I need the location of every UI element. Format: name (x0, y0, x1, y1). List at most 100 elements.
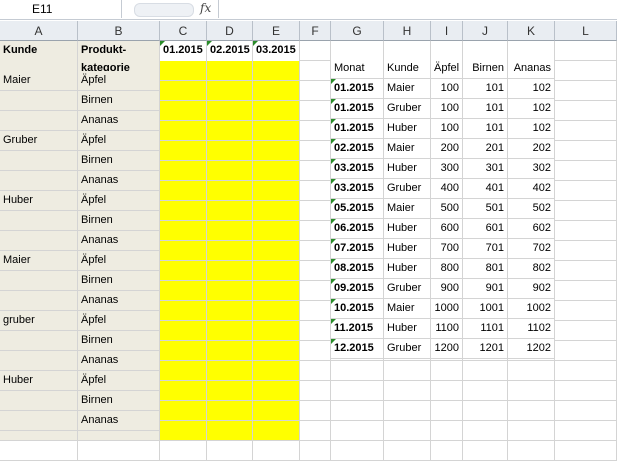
cell[interactable] (555, 81, 617, 101)
right-data-cell[interactable]: 07.2015 (331, 239, 384, 259)
cell[interactable] (331, 41, 384, 61)
right-data-cell[interactable]: 01.2015 (331, 79, 384, 99)
cell[interactable] (300, 421, 331, 441)
cell[interactable] (300, 401, 331, 421)
cell[interactable] (463, 41, 508, 61)
column-header-b[interactable]: B (78, 21, 160, 41)
cell[interactable] (331, 381, 384, 401)
left-kunde-cell[interactable]: Gruber (0, 131, 78, 151)
right-data-cell[interactable]: 102 (508, 99, 555, 119)
cell[interactable] (253, 441, 300, 461)
right-data-cell[interactable]: Gruber (384, 339, 431, 359)
column-header-e[interactable]: E (253, 21, 300, 41)
cell[interactable] (555, 401, 617, 421)
cell[interactable] (160, 421, 207, 441)
right-data-cell[interactable]: 12.2015 (331, 339, 384, 359)
cell[interactable] (253, 61, 300, 81)
cell[interactable] (160, 61, 207, 81)
cell[interactable] (555, 201, 617, 221)
cell[interactable] (207, 361, 253, 381)
right-data-cell[interactable]: 06.2015 (331, 219, 384, 239)
cell[interactable] (253, 341, 300, 361)
cell[interactable] (207, 141, 253, 161)
cell[interactable] (160, 201, 207, 221)
right-data-cell[interactable]: 501 (463, 199, 508, 219)
left-produkt-cell[interactable]: Birnen (78, 391, 160, 411)
right-data-cell[interactable]: 702 (508, 239, 555, 259)
left-produkt-cell[interactable]: Ananas (78, 231, 160, 251)
right-data-cell[interactable]: 01.2015 (331, 119, 384, 139)
cell[interactable] (207, 401, 253, 421)
left-produkt-cell[interactable]: Äpfel (78, 371, 160, 391)
cell[interactable] (300, 61, 331, 81)
right-data-cell[interactable]: 201 (463, 139, 508, 159)
cell[interactable] (555, 301, 617, 321)
right-data-cell[interactable]: 300 (431, 159, 463, 179)
cell[interactable] (207, 301, 253, 321)
cell[interactable] (300, 41, 331, 61)
cell[interactable] (555, 261, 617, 281)
right-data-cell[interactable]: 03.2015 (331, 159, 384, 179)
cell[interactable] (555, 101, 617, 121)
right-data-cell[interactable]: 602 (508, 219, 555, 239)
right-data-cell[interactable]: Maier (384, 299, 431, 319)
cell[interactable] (160, 221, 207, 241)
cell[interactable] (555, 221, 617, 241)
cell[interactable] (384, 421, 431, 441)
cell[interactable] (431, 421, 463, 441)
right-data-cell[interactable]: 100 (431, 79, 463, 99)
right-data-cell[interactable]: 900 (431, 279, 463, 299)
cell[interactable] (207, 441, 253, 461)
cell[interactable] (300, 221, 331, 241)
right-data-cell[interactable]: 1202 (508, 339, 555, 359)
left-kunde-cell[interactable] (0, 211, 78, 231)
right-data-cell[interactable]: 502 (508, 199, 555, 219)
right-data-cell[interactable]: 01.2015 (331, 99, 384, 119)
cell[interactable] (160, 101, 207, 121)
right-data-cell[interactable]: 1101 (463, 319, 508, 339)
right-data-cell[interactable]: 08.2015 (331, 259, 384, 279)
cell[interactable] (508, 361, 555, 381)
cell[interactable] (253, 161, 300, 181)
right-data-cell[interactable]: 601 (463, 219, 508, 239)
cell[interactable] (253, 361, 300, 381)
cell[interactable] (384, 41, 431, 61)
left-produkt-cell[interactable]: Äpfel (78, 131, 160, 151)
right-data-cell[interactable]: 101 (463, 79, 508, 99)
cell[interactable] (253, 381, 300, 401)
right-data-cell[interactable]: 802 (508, 259, 555, 279)
cell[interactable] (300, 181, 331, 201)
cell[interactable] (463, 421, 508, 441)
cell[interactable] (555, 61, 617, 81)
right-data-cell[interactable]: 200 (431, 139, 463, 159)
cell[interactable] (160, 341, 207, 361)
left-kunde-cell[interactable]: gruber (0, 311, 78, 331)
cell[interactable] (463, 361, 508, 381)
cell[interactable] (253, 181, 300, 201)
cell[interactable] (160, 361, 207, 381)
right-data-cell[interactable]: 1201 (463, 339, 508, 359)
cell[interactable] (253, 301, 300, 321)
cell[interactable] (300, 301, 331, 321)
right-data-cell[interactable]: Huber (384, 219, 431, 239)
cell[interactable] (160, 301, 207, 321)
cell[interactable] (300, 161, 331, 181)
cell[interactable] (207, 81, 253, 101)
right-data-cell[interactable]: 1100 (431, 319, 463, 339)
cell[interactable] (207, 281, 253, 301)
right-data-cell[interactable]: 1000 (431, 299, 463, 319)
cell[interactable] (300, 381, 331, 401)
column-header-g[interactable]: G (331, 21, 384, 41)
column-header-l[interactable]: L (555, 21, 617, 41)
cell[interactable] (300, 441, 331, 461)
cell[interactable] (253, 421, 300, 441)
cell[interactable] (253, 81, 300, 101)
column-header-c[interactable]: C (160, 21, 207, 41)
cell[interactable] (555, 361, 617, 381)
right-data-cell[interactable]: 902 (508, 279, 555, 299)
right-data-cell[interactable]: 1200 (431, 339, 463, 359)
left-kunde-cell[interactable] (0, 331, 78, 351)
cell[interactable] (431, 361, 463, 381)
column-header-k[interactable]: K (508, 21, 555, 41)
right-data-cell[interactable]: 02.2015 (331, 139, 384, 159)
